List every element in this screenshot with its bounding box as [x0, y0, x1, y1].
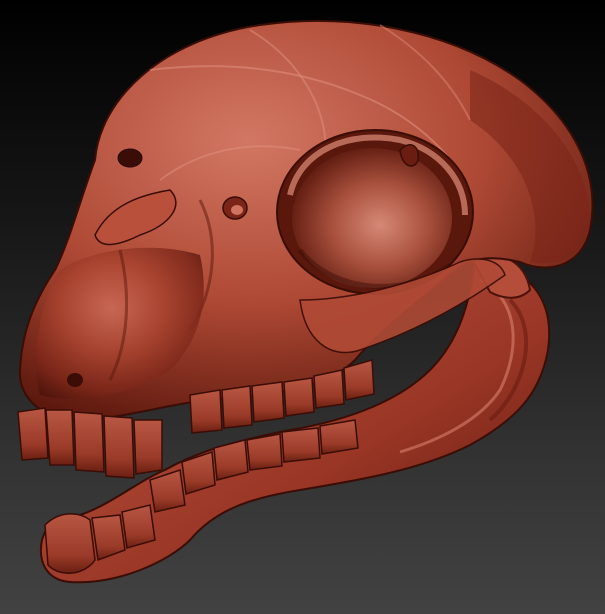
cranium-foramen	[117, 148, 143, 168]
sculpt-viewport[interactable]	[0, 0, 605, 614]
skull-model[interactable]	[0, 0, 605, 614]
supraorbital-foramen	[222, 196, 248, 220]
nostril-icon	[67, 373, 83, 387]
